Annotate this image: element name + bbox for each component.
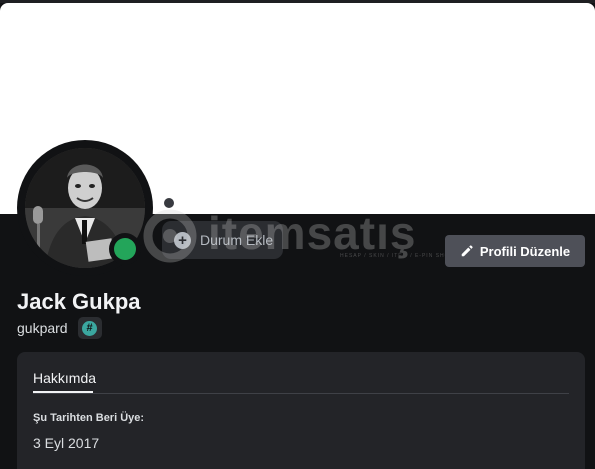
about-card: Hakkımda Şu Tarihten Beri Üye: 3 Eyl 201…	[17, 352, 585, 469]
pencil-icon	[461, 245, 473, 257]
online-status-icon	[114, 238, 136, 260]
edit-profile-button[interactable]: Profili Düzenle	[445, 235, 585, 267]
plus-circle-icon: +	[174, 231, 191, 249]
display-name: Jack Gukpa	[17, 289, 141, 314]
tab-active-indicator	[33, 391, 93, 393]
hypesquad-icon: #	[82, 320, 98, 336]
username-row: gukpard #	[17, 317, 102, 339]
add-status-label: Durum Ekle	[200, 232, 274, 248]
member-since-value: 3 Eyl 2017	[33, 435, 100, 451]
status-bubble-tail	[162, 196, 176, 210]
card-divider	[33, 393, 569, 394]
profile-badge[interactable]: #	[77, 317, 102, 339]
add-status-button[interactable]: + Durum Ekle	[162, 221, 283, 259]
edit-profile-label: Profili Düzenle	[479, 243, 571, 259]
tab-about[interactable]: Hakkımda	[33, 370, 96, 386]
member-since-label: Şu Tarihten Beri Üye:	[33, 412, 145, 424]
username: gukpard	[17, 320, 68, 336]
